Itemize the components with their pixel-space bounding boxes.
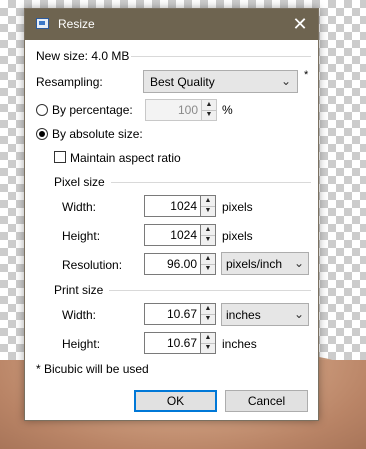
- pixel-size-group-label: Pixel size: [54, 175, 105, 189]
- spin-down-icon[interactable]: ▼: [201, 206, 215, 216]
- spin-down-icon[interactable]: ▼: [201, 314, 215, 324]
- resolution-field[interactable]: 96.00: [144, 253, 201, 275]
- percentage-spinner[interactable]: 100 ▲ ▼: [145, 99, 217, 121]
- resampling-asterisk: *: [304, 69, 309, 81]
- by-percentage-radio[interactable]: [36, 104, 48, 116]
- print-height-spinner[interactable]: 10.67 ▲ ▼: [144, 332, 216, 354]
- print-size-group-label: Print size: [54, 283, 104, 297]
- resize-dialog: Resize ✕ New size: 4.0 MB Resampling: Be…: [24, 8, 319, 421]
- by-absolute-size-label: By absolute size:: [52, 127, 143, 141]
- spin-down-icon[interactable]: ▼: [202, 110, 216, 120]
- pixel-height-field[interactable]: 1024: [144, 224, 201, 246]
- print-height-spin-arrows[interactable]: ▲ ▼: [201, 332, 216, 354]
- resampling-select[interactable]: Best Quality ⌄: [143, 70, 298, 93]
- print-width-unit-select[interactable]: inches ⌄: [221, 303, 309, 326]
- maintain-aspect-ratio-checkbox[interactable]: [54, 151, 66, 163]
- new-size-label: New size: 4.0 MB: [36, 49, 130, 63]
- print-height-label: Height:: [62, 337, 101, 351]
- pixel-height-value: 1024: [170, 228, 197, 242]
- bicubic-footnote: * Bicubic will be used: [36, 362, 149, 376]
- dialog-title: Resize: [58, 17, 95, 31]
- pixel-width-label: Width:: [62, 200, 97, 214]
- resolution-unit-select[interactable]: pixels/inch ⌄: [221, 252, 309, 275]
- spin-down-icon[interactable]: ▼: [201, 264, 215, 274]
- chevron-down-icon: ⌄: [293, 307, 304, 321]
- resolution-unit-value: pixels/inch: [226, 257, 283, 271]
- by-absolute-size-radio[interactable]: [36, 128, 48, 140]
- pixel-height-label: Height:: [62, 229, 101, 243]
- print-height-unit: inches: [222, 337, 257, 351]
- percentage-unit: %: [222, 103, 233, 117]
- close-button[interactable]: ✕: [288, 13, 312, 35]
- print-height-field[interactable]: 10.67: [144, 332, 201, 354]
- print-width-spinner[interactable]: 10.67 ▲ ▼: [144, 303, 216, 325]
- print-width-field[interactable]: 10.67: [144, 303, 201, 325]
- ok-button[interactable]: OK: [134, 390, 217, 412]
- pixel-height-spinner[interactable]: 1024 ▲ ▼: [144, 224, 216, 246]
- title-bar[interactable]: Resize ✕: [25, 9, 318, 40]
- print-width-unit-value: inches: [226, 308, 261, 322]
- percentage-field[interactable]: 100: [145, 99, 202, 121]
- spin-down-icon[interactable]: ▼: [201, 343, 215, 353]
- print-height-value: 10.67: [166, 336, 197, 350]
- resampling-label: Resampling:: [36, 75, 103, 89]
- new-size-divider: [131, 56, 311, 57]
- print-width-spin-arrows[interactable]: ▲ ▼: [201, 303, 216, 325]
- resize-app-icon: [36, 18, 49, 29]
- print-width-label: Width:: [62, 308, 97, 322]
- spin-down-icon[interactable]: ▼: [201, 235, 215, 245]
- maintain-aspect-ratio-label: Maintain aspect ratio: [70, 151, 181, 165]
- resolution-label: Resolution:: [62, 258, 123, 272]
- pixel-width-value: 1024: [170, 199, 197, 213]
- print-size-divider: [109, 290, 311, 291]
- pixel-height-spin-arrows[interactable]: ▲ ▼: [201, 224, 216, 246]
- pixel-width-field[interactable]: 1024: [144, 195, 201, 217]
- pixel-width-spin-arrows[interactable]: ▲ ▼: [201, 195, 216, 217]
- pixel-width-spinner[interactable]: 1024 ▲ ▼: [144, 195, 216, 217]
- pixel-height-unit: pixels: [222, 229, 253, 243]
- resolution-spinner[interactable]: 96.00 ▲ ▼: [144, 253, 216, 275]
- percentage-value: 100: [177, 103, 198, 117]
- chevron-down-icon: ⌄: [293, 256, 304, 270]
- percentage-spin-arrows[interactable]: ▲ ▼: [202, 99, 217, 121]
- print-width-value: 10.67: [166, 307, 197, 321]
- close-icon: ✕: [292, 14, 308, 34]
- resolution-value: 96.00: [166, 257, 197, 271]
- by-percentage-label: By percentage:: [52, 103, 133, 117]
- resampling-value: Best Quality: [150, 75, 215, 89]
- cancel-button[interactable]: Cancel: [225, 390, 308, 412]
- resolution-spin-arrows[interactable]: ▲ ▼: [201, 253, 216, 275]
- chevron-down-icon: ⌄: [280, 74, 291, 88]
- pixel-size-divider: [111, 182, 311, 183]
- pixel-width-unit: pixels: [222, 200, 253, 214]
